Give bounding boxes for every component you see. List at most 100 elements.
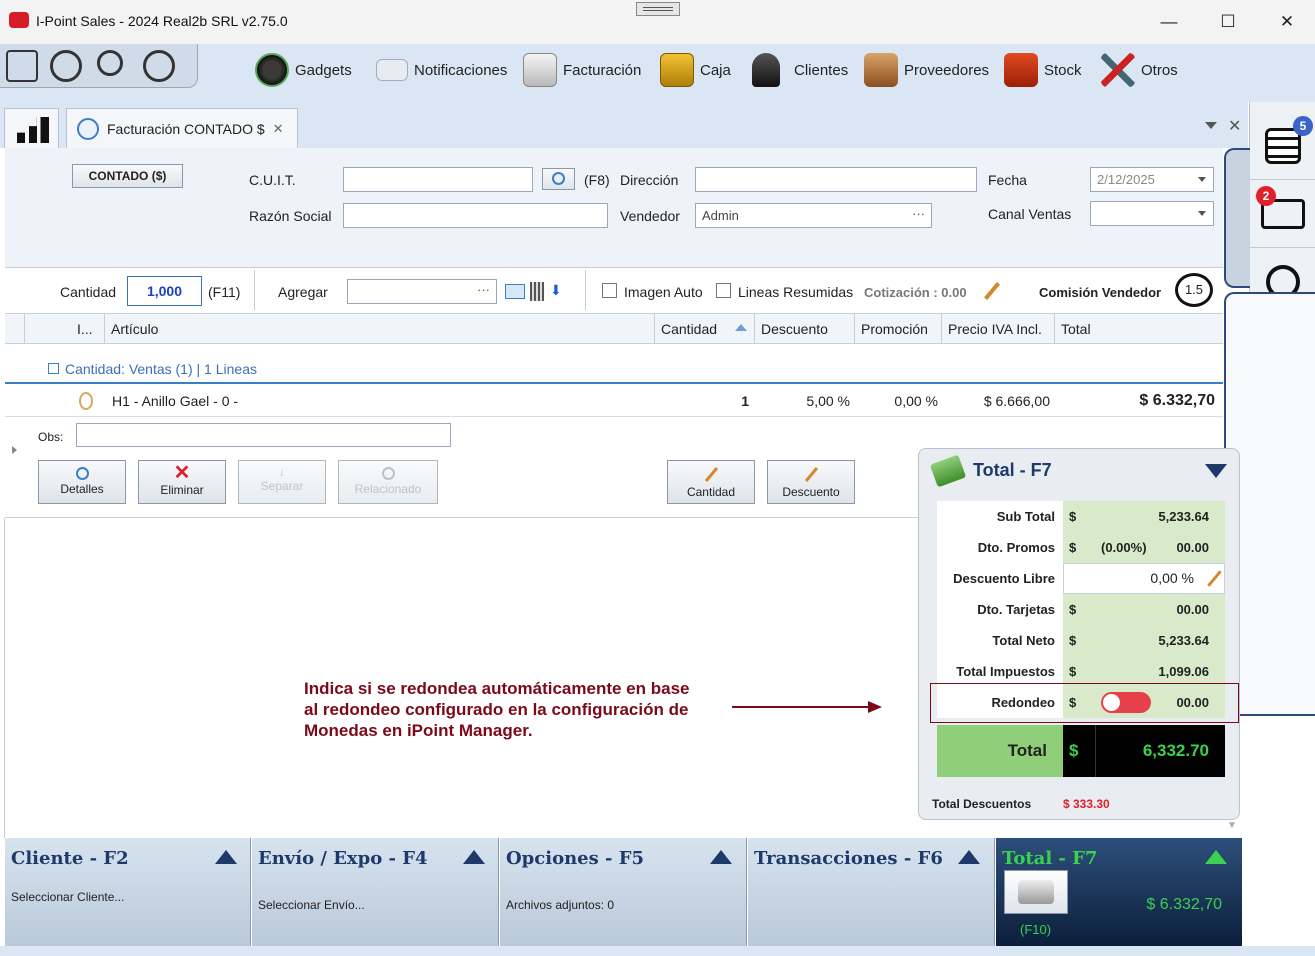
tasks-button[interactable]: 5 (1250, 112, 1315, 180)
cantidad-input[interactable]: 1,000 (127, 276, 202, 306)
total-bottom-panel[interactable]: Total - F7 (F10) $ 6.332,70 (996, 838, 1242, 946)
register-icon[interactable] (6, 50, 38, 82)
toolbar-clientes[interactable]: Clientes (752, 50, 848, 90)
separar-button[interactable]: ↓ Separar (238, 460, 326, 504)
delivery-button[interactable]: 2 (1250, 180, 1315, 248)
envio-panel-title: Envío / Expo - F4 (258, 848, 428, 869)
obs-input[interactable] (76, 423, 451, 447)
detalles-button[interactable]: Detalles (38, 460, 126, 504)
imagen-auto-checkbox[interactable] (602, 283, 617, 298)
toolbar-notificaciones[interactable]: Notificaciones (376, 50, 507, 90)
redondeo-highlight (930, 683, 1239, 723)
agregar-input[interactable]: ··· (347, 279, 497, 304)
cantidad-label: Cantidad (60, 284, 117, 300)
col-articulo[interactable]: Artículo (105, 314, 655, 344)
eliminar-button[interactable]: ✕ Eliminar (138, 460, 226, 504)
table-row[interactable]: H1 - Anillo Gael - 0 - 1 5,00 % 0,00 % $… (5, 385, 1223, 417)
image-add-icon[interactable] (505, 284, 525, 299)
fecha-input[interactable]: 2/12/2025 (1090, 167, 1214, 192)
total-neto-value: 5,233.64 (1093, 625, 1225, 656)
collapse-chevron-icon[interactable] (1205, 464, 1227, 478)
vendedor-input[interactable]: Admin ··· (695, 203, 932, 228)
cuit-search-button[interactable] (542, 168, 575, 190)
search-icon (552, 172, 565, 185)
expand-up-icon[interactable] (710, 850, 732, 864)
subtotal-value: 5,233.64 (1093, 501, 1225, 532)
quantity-bar: Cantidad 1,000 (F11) Agregar ··· ⬇ Image… (5, 268, 1223, 314)
descuento-libre-input[interactable]: 0,00 % (1063, 563, 1225, 594)
tab-close-icon[interactable]: ✕ (273, 121, 284, 137)
col-precio[interactable]: Precio IVA Incl. (942, 314, 1055, 344)
barcode-icon[interactable] (530, 282, 544, 301)
total-currency: $ (1063, 725, 1095, 777)
cotizacion-text: Cotización : 0.00 (864, 285, 967, 300)
cuit-input[interactable] (343, 167, 533, 192)
col-cantidad[interactable]: Cantidad (655, 314, 755, 344)
dto-tarjetas-currency: $ (1063, 594, 1093, 625)
toolbar-otros[interactable]: Otros (1101, 50, 1178, 90)
toolbar-stock-label: Stock (1044, 61, 1082, 79)
pencil-icon[interactable] (984, 282, 1000, 300)
vendedor-label: Vendedor (620, 208, 680, 224)
download-icon[interactable]: ⬇ (550, 282, 564, 300)
expand-up-icon[interactable] (958, 850, 980, 864)
toolbar-proveedores[interactable]: Proveedores (864, 50, 989, 90)
search-icon[interactable] (97, 50, 123, 76)
col-image[interactable]: I... (71, 314, 105, 344)
dto-tarjetas-row: Dto. Tarjetas $ 00.00 (937, 594, 1225, 625)
row-expand-icon[interactable] (12, 446, 17, 454)
toolbar-gadgets[interactable]: Gadgets (255, 50, 352, 90)
envelope-icon (376, 59, 408, 81)
direccion-input[interactable] (695, 167, 977, 192)
status-strip (0, 946, 1315, 956)
opciones-panel[interactable]: Opciones - F5 Archivos adjuntos: 0 (500, 838, 747, 946)
separator (585, 270, 586, 310)
delivery-badge: 2 (1256, 186, 1276, 206)
relacionado-button[interactable]: Relacionado (338, 460, 438, 504)
minimize-button[interactable]: — (1154, 12, 1184, 32)
dashboard-tab[interactable] (4, 108, 59, 148)
pencil-icon (704, 467, 718, 482)
envio-panel[interactable]: Envío / Expo - F4 Seleccionar Envío... (252, 838, 499, 946)
annotation-line-3: Monedas en iPoint Manager. (304, 721, 533, 740)
close-all-tabs-icon[interactable]: ✕ (1228, 116, 1241, 136)
drag-handle[interactable] (636, 2, 680, 16)
toolbar-caja[interactable]: Caja (660, 50, 731, 90)
col-descuento[interactable]: Descuento (755, 314, 855, 344)
collapse-icon[interactable] (48, 363, 59, 374)
razon-social-input[interactable] (343, 203, 608, 228)
descuento-edit-button[interactable]: Descuento (767, 460, 855, 504)
transacciones-panel-title: Transacciones - F6 (754, 848, 943, 869)
comision-vendedor-value[interactable]: 1.5 (1175, 273, 1213, 307)
transacciones-panel[interactable]: Transacciones - F6 (748, 838, 995, 946)
toolbar-facturacion[interactable]: Facturación (523, 50, 641, 90)
canal-ventas-select[interactable] (1090, 201, 1214, 226)
tab-facturacion-contado[interactable]: Facturación CONTADO $ ✕ (66, 108, 298, 148)
ellipsis-icon[interactable]: ··· (477, 282, 490, 297)
toolbar-stock[interactable]: Stock (1004, 50, 1082, 90)
lineas-resumidas-checkbox[interactable] (716, 283, 731, 298)
expand-up-icon[interactable] (1205, 850, 1227, 864)
ellipsis-icon[interactable]: ··· (912, 206, 925, 221)
col-total[interactable]: Total (1055, 314, 1223, 344)
tools-icon (1101, 53, 1135, 87)
contado-button[interactable]: CONTADO ($) (72, 164, 183, 188)
cliente-panel[interactable]: Cliente - F2 Seleccionar Cliente... (5, 838, 251, 946)
col-promocion[interactable]: Promoción (855, 314, 942, 344)
cantidad-edit-button[interactable]: Cantidad (667, 460, 755, 504)
checkout-button[interactable] (1004, 870, 1068, 914)
clock-icon[interactable] (143, 50, 175, 82)
tab-list-chevron-icon[interactable] (1205, 122, 1217, 129)
group-row[interactable]: Cantidad: Ventas (1) | 1 Lineas (5, 344, 1223, 384)
f11-label: (F11) (208, 284, 241, 300)
total-descuentos-label: Total Descuentos (932, 797, 1032, 811)
scrollbar-track[interactable]: ▼ (1223, 820, 1241, 838)
total-panel-title: Total - F7 (973, 460, 1052, 480)
expand-up-icon[interactable] (215, 850, 237, 864)
arrow-head-icon (868, 701, 882, 713)
close-button[interactable]: ✕ (1272, 12, 1302, 32)
expand-up-icon[interactable] (463, 850, 485, 864)
maximize-button[interactable]: ☐ (1213, 12, 1243, 32)
boxes-icon (1004, 53, 1038, 87)
user-icon[interactable] (50, 50, 82, 82)
